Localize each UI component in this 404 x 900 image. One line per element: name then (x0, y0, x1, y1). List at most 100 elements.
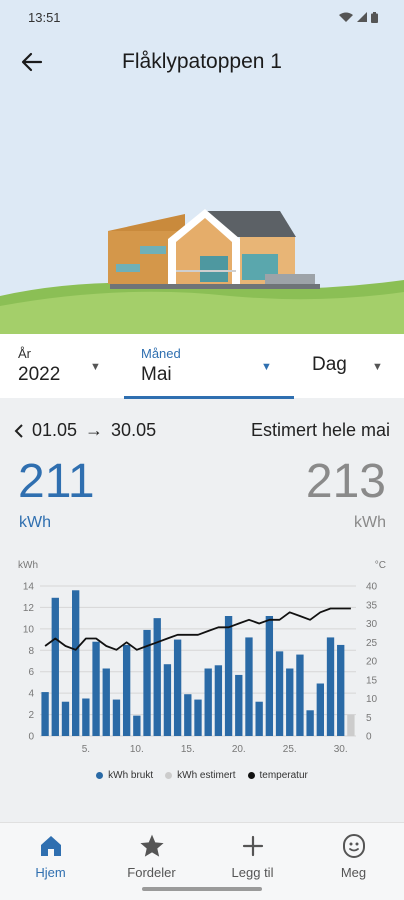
nav-item-home[interactable]: Hjem (0, 823, 101, 900)
year-value: 2022 (18, 364, 61, 385)
range-start: 01.05 (32, 420, 78, 440)
used-kwh-unit: kWh (19, 514, 51, 531)
chart-bar (102, 668, 110, 736)
x-tick-label: 25. (283, 744, 297, 755)
month-value: Mai (141, 364, 172, 385)
chevron-left-icon[interactable] (14, 423, 24, 438)
consumption-chart: kWh °C 0 2 4 6 8 10 12 14 0 5 10 15 20 25 30 35 40 5. 10. 1… (0, 548, 404, 798)
battery-icon (371, 11, 378, 23)
used-kwh-value: 211 (18, 455, 95, 508)
chevron-down-icon: ▼ (261, 361, 272, 373)
legend-swatch-estimated (165, 772, 173, 779)
year-label: År (18, 346, 31, 361)
period-selector: År 2022 ▼ Måned Mai ▼ Dag ▼ (0, 334, 404, 399)
chart-bar (286, 668, 294, 736)
signal-icon (357, 12, 367, 22)
date-range-nav[interactable]: 01.05 → 30.05 (14, 420, 156, 441)
chart-bar (245, 637, 253, 736)
wifi-icon (339, 12, 353, 22)
chart-bar (337, 644, 345, 736)
day-dropdown[interactable]: Dag ▼ (294, 334, 404, 398)
consumption-summary: 01.05 → 30.05 Estimert hele mai 211 kWh … (0, 398, 404, 548)
chart-bar (275, 651, 284, 736)
y2-tick-label: 25 (366, 638, 378, 649)
chart-bar (163, 664, 172, 736)
chart-bar (204, 668, 212, 736)
status-icons (339, 11, 378, 23)
status-time: 13:51 (28, 9, 61, 25)
chart-bar (316, 683, 324, 736)
y-tick-label: 8 (28, 646, 34, 657)
y-tick-label: 0 (28, 732, 34, 743)
chart-bar (326, 637, 335, 736)
y2-tick-label: 0 (366, 732, 372, 743)
y-tick-label: 12 (23, 603, 35, 614)
y-tick-label: 10 (23, 624, 35, 635)
chart-bar (184, 694, 192, 736)
chart-bar (72, 590, 80, 736)
chart-bar (214, 665, 223, 736)
legend-item-used: kWh brukt (96, 770, 153, 781)
y-tick-label: 2 (28, 710, 34, 721)
chart-bar (61, 701, 70, 736)
month-label: Måned (141, 346, 181, 361)
status-bar: 13:51 (0, 0, 404, 34)
star-icon (139, 834, 164, 857)
chart-bar (255, 701, 263, 736)
y-tick-label: 6 (28, 667, 34, 678)
gesture-bar (142, 887, 262, 891)
nav-label-me: Meg (340, 865, 367, 880)
x-tick-label: 30. (334, 744, 348, 755)
chart-bar (133, 715, 141, 736)
house-illustration (0, 209, 404, 334)
chevron-down-icon: ▼ (90, 361, 101, 373)
estimated-kwh-unit: kWh (354, 514, 386, 531)
y-tick-label: 4 (28, 689, 34, 700)
plus-icon (242, 835, 263, 857)
chart-bar (41, 692, 49, 736)
estimated-kwh-value: 213 (305, 455, 386, 508)
y2-tick-label: 40 (366, 582, 378, 593)
y2-tick-label: 35 (366, 600, 378, 611)
y2-tick-label: 20 (366, 657, 378, 668)
y2-tick-label: 10 (366, 694, 378, 705)
chart-bar (194, 699, 202, 736)
nav-label-add: Legg til (231, 865, 274, 880)
page-title: Flåklypatoppen 1 (122, 50, 282, 73)
estimate-label: Estimert hele mai (250, 420, 390, 440)
y-axis-title: kWh (18, 560, 38, 571)
legend-label-temperature: temperatur (259, 770, 308, 781)
x-tick-label: 5. (82, 744, 90, 755)
month-dropdown[interactable]: Måned Mai ▼ (124, 334, 294, 398)
year-dropdown[interactable]: År 2022 ▼ (0, 334, 124, 398)
chart-bar (153, 618, 161, 736)
y2-tick-label: 5 (366, 713, 372, 724)
chart-bar (235, 674, 243, 736)
chevron-down-icon: ▼ (372, 361, 383, 373)
nav-item-me[interactable]: Meg (303, 823, 404, 900)
chart-svg: kWh °C 0 2 4 6 8 10 12 14 0 5 10 15 20 25 30 35 40 5. 10. 1… (18, 560, 386, 755)
chart-bar (296, 654, 304, 736)
chart-bar (347, 714, 355, 736)
chart-bar (265, 616, 274, 736)
chart-bar (82, 698, 90, 736)
range-arrow: → (85, 420, 104, 440)
chart-bar (51, 597, 59, 736)
x-tick-label: 10. (130, 744, 144, 755)
app-bar: Flåklypatoppen 1 (0, 34, 404, 90)
back-button[interactable] (18, 48, 46, 76)
chart-bar (173, 639, 182, 736)
chart-legend: kWh brukt kWh estimert temperatur (0, 770, 404, 781)
nav-label-home: Hjem (35, 865, 66, 880)
x-tick-label: 20. (232, 744, 246, 755)
legend-swatch-temperature (247, 772, 255, 779)
date-range-row: 01.05 → 30.05 Estimert hele mai (14, 420, 390, 441)
legend-item-estimated: kWh estimert (165, 770, 236, 781)
nav-label-benefits: Fordeler (127, 865, 176, 880)
y-tick-label: 14 (23, 582, 35, 593)
range-end: 30.05 (111, 420, 157, 440)
chart-bar (306, 710, 314, 736)
legend-swatch-used (96, 772, 104, 779)
chart-bar (224, 616, 233, 736)
hero-section: Flåklypatoppen 1 (0, 34, 404, 334)
